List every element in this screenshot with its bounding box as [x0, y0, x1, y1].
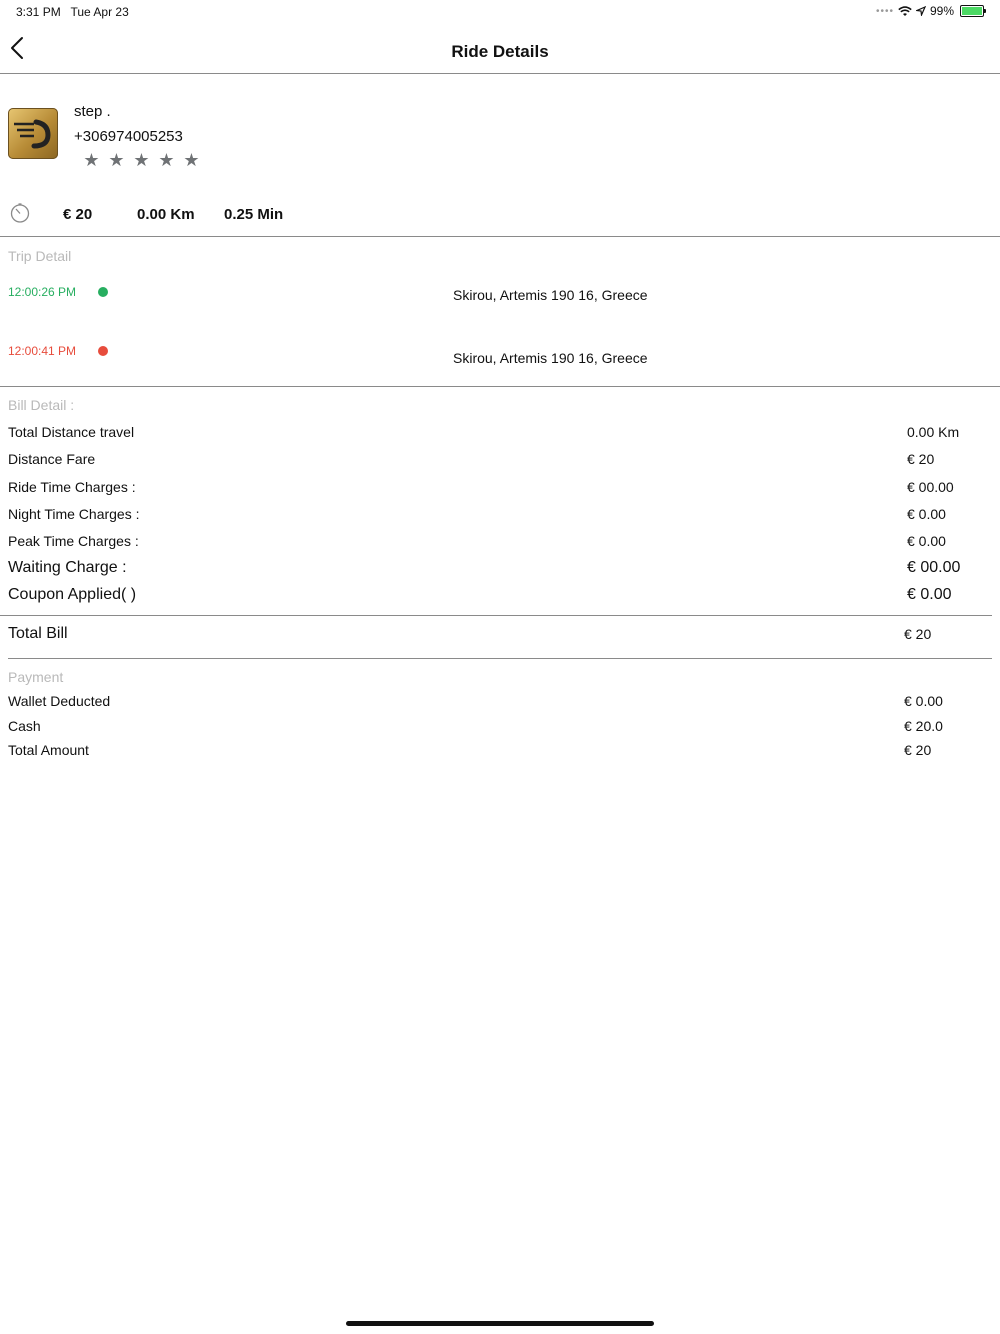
bill-row-value: € 00.00	[907, 559, 961, 576]
bill-row-value: € 0.00	[907, 533, 946, 549]
star-icon: ★	[133, 150, 150, 170]
pickup-time: 12:00:26 PM	[8, 285, 77, 299]
driver-phone[interactable]: +306974005253	[74, 128, 183, 145]
bill-row-label: Coupon Applied( )	[8, 586, 137, 603]
page-title: Ride Details	[451, 42, 549, 61]
header-divider	[0, 73, 1000, 74]
payment-row-value: € 20	[904, 742, 932, 758]
bill-detail-heading: Bill Detail :	[8, 397, 75, 413]
driver-avatar	[8, 108, 58, 159]
bill-row-label: Ride Time Charges :	[8, 479, 136, 495]
pickup-dot-icon	[98, 287, 108, 297]
status-date: Tue Apr 23	[70, 5, 129, 19]
dropoff-time: 12:00:41 PM	[8, 344, 77, 358]
dropoff-dot-icon	[98, 346, 108, 356]
status-bar-right: •••• 99%	[875, 4, 986, 18]
star-icon: ★	[158, 150, 175, 170]
bill-row-value: € 20	[907, 451, 935, 467]
driver-name: step .	[74, 103, 111, 120]
timer-icon	[10, 203, 30, 223]
home-indicator[interactable]	[346, 1321, 654, 1326]
trip-divider	[0, 386, 1000, 387]
bill-row-value: 0.00 Km	[907, 424, 960, 440]
star-icon: ★	[183, 150, 200, 170]
payment-row-label: Total Amount	[8, 742, 89, 758]
star-icon: ★	[83, 150, 100, 170]
bill-row-label: Waiting Charge :	[8, 559, 127, 576]
bill-row-label: Distance Fare	[8, 451, 96, 467]
status-time: 3:31 PM	[16, 5, 61, 19]
total-divider	[8, 658, 992, 659]
payment-row-value: € 0.00	[904, 693, 943, 709]
bill-row-label: Total Distance travel	[8, 424, 135, 440]
total-bill-label: Total Bill	[8, 625, 68, 642]
payment-row-value: € 20.0	[904, 718, 943, 734]
company-logo-icon	[14, 119, 51, 149]
wifi-icon	[898, 5, 912, 16]
bill-row-label: Night Time Charges :	[8, 506, 140, 522]
summary-fare: € 20	[63, 206, 93, 223]
bill-row-value: € 00.00	[907, 479, 954, 495]
summary-distance: 0.00 Km	[137, 206, 195, 223]
pickup-address: Skirou, Artemis 190 16, Greece	[453, 287, 648, 303]
bill-row-value: € 0.00	[907, 586, 952, 603]
bill-divider	[0, 615, 992, 616]
payment-row-label: Wallet Deducted	[8, 693, 111, 709]
driver-rating: ★ ★ ★ ★ ★	[82, 151, 201, 170]
payment-row-label: Cash	[8, 718, 41, 734]
bill-row-value: € 0.00	[907, 506, 946, 522]
signal-icon: ••••	[875, 5, 894, 17]
summary-divider	[0, 236, 1000, 237]
battery-icon	[960, 5, 986, 17]
star-icon: ★	[108, 150, 125, 170]
battery-percent: 99%	[929, 4, 954, 18]
dropoff-address: Skirou, Artemis 190 16, Greece	[453, 350, 648, 366]
location-arrow-icon	[915, 6, 926, 16]
trip-detail-heading: Trip Detail	[8, 248, 72, 264]
status-bar-time: 3:31 PM Tue Apr 23	[16, 5, 129, 19]
summary-duration: 0.25 Min	[224, 206, 284, 223]
payment-heading: Payment	[8, 669, 64, 685]
bill-row-label: Peak Time Charges :	[8, 533, 139, 549]
total-bill-value: € 20	[904, 626, 932, 642]
